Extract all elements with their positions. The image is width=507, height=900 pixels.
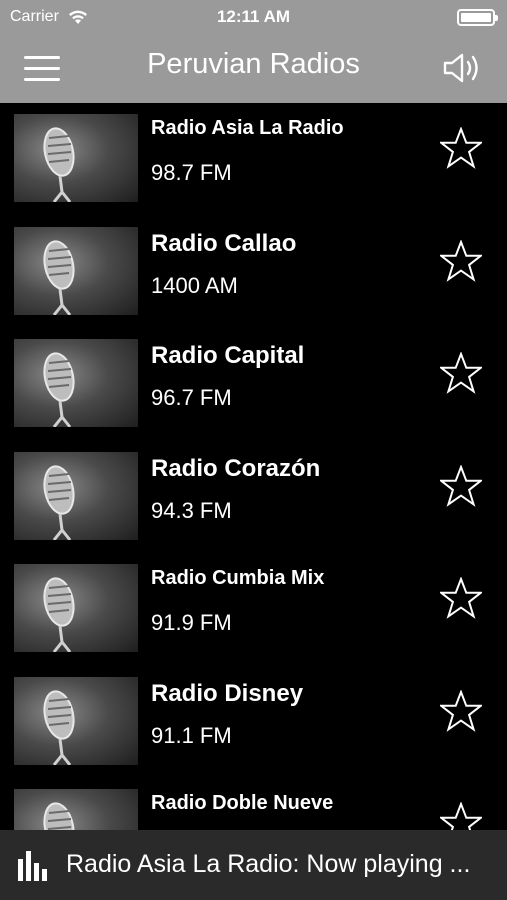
microphone-thumbnail	[14, 226, 138, 315]
station-name: Radio Cumbia Mix	[151, 567, 325, 589]
microphone-thumbnail	[14, 114, 138, 202]
favorite-star-icon[interactable]	[440, 352, 482, 394]
station-name: Radio Disney	[151, 679, 304, 707]
station-name: Radio Callao	[151, 229, 297, 257]
favorite-star-icon[interactable]	[440, 802, 482, 830]
station-row[interactable]: Radio Disney 91.1 FM	[0, 666, 507, 779]
station-row[interactable]: Radio Cumbia Mix 91.9 FM	[0, 553, 507, 666]
station-name: Radio Doble Nueve	[151, 792, 334, 814]
equalizer-icon	[18, 851, 47, 881]
favorite-star-icon[interactable]	[440, 577, 482, 619]
microphone-thumbnail	[14, 451, 138, 540]
station-frequency: 96.7 FM	[151, 385, 232, 410]
station-row[interactable]: Radio Capital 96.7 FM	[0, 328, 507, 441]
speaker-volume-icon[interactable]	[441, 50, 485, 86]
now-playing-text: Radio Asia La Radio: Now playing ...	[66, 850, 471, 878]
station-frequency: 91.1 FM	[151, 722, 232, 748]
microphone-thumbnail	[14, 339, 138, 427]
navigation-bar: Peruvian Radios	[0, 34, 507, 103]
station-name: Radio Capital	[151, 342, 305, 369]
station-frequency: 98.7 FM	[151, 160, 232, 185]
station-frequency: 1400 AM	[151, 272, 238, 298]
microphone-thumbnail	[14, 676, 138, 765]
battery-icon	[457, 9, 498, 26]
station-row[interactable]: Radio Asia La Radio 98.7 FM	[0, 103, 507, 216]
station-frequency: 91.9 FM	[151, 610, 232, 635]
now-playing-bar[interactable]: Radio Asia La Radio: Now playing ...	[0, 830, 507, 900]
status-time: 12:11 AM	[216, 7, 291, 26]
microphone-thumbnail	[14, 564, 138, 652]
favorite-star-icon[interactable]	[440, 127, 482, 169]
page-title: Peruvian Radios	[147, 48, 360, 80]
station-frequency: 94.3 FM	[151, 497, 232, 523]
microphone-thumbnail	[14, 789, 138, 830]
station-name: Radio Asia La Radio	[151, 117, 344, 139]
status-bar: Carrier 12:11 AM	[0, 0, 507, 34]
station-row[interactable]: Radio Callao 1400 AM	[0, 216, 507, 329]
station-list[interactable]: Radio Asia La Radio 98.7 FM Radio Callao…	[0, 103, 507, 830]
station-row[interactable]: Radio Corazón 94.3 FM	[0, 441, 507, 554]
station-row[interactable]: Radio Doble Nueve	[0, 778, 507, 830]
favorite-star-icon[interactable]	[440, 464, 482, 507]
top-bar: Carrier 12:11 AM Peruvian Radios	[0, 0, 507, 103]
favorite-star-icon[interactable]	[440, 239, 482, 282]
favorite-star-icon[interactable]	[440, 689, 482, 732]
station-name: Radio Corazón	[151, 454, 321, 482]
microphone-icon	[43, 127, 75, 202]
